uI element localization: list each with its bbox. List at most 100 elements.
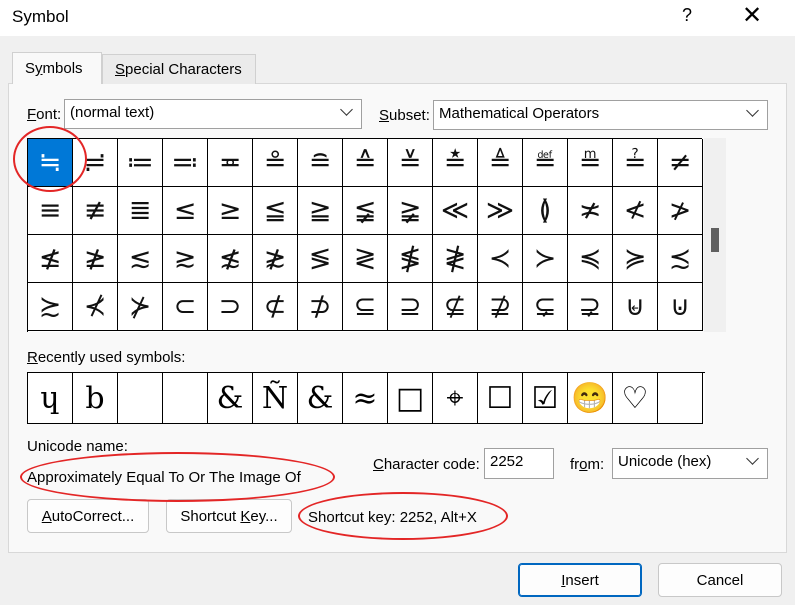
symbol-cell[interactable]: ⊄ [253,283,298,331]
symbol-cell[interactable]: ≣ [118,187,163,235]
symbol-cell[interactable]: ≰ [28,235,73,283]
symbol-cell[interactable]: ≕ [163,139,208,187]
scrollbar-thumb[interactable] [711,228,719,252]
symbol-cell[interactable]: ⊉ [478,283,523,331]
symbol-cell[interactable]: ≴ [208,235,253,283]
symbol-cell[interactable]: ≮ [613,187,658,235]
symbol-cell[interactable]: ≷ [343,235,388,283]
chevron-down-icon [746,452,759,465]
symbol-cell[interactable]: ≟ [613,139,658,187]
symbol-cell[interactable]: ≖ [208,139,253,187]
subset-value: Mathematical Operators [439,105,600,122]
recent-symbol-cell[interactable]: ≈ [343,373,388,424]
recent-symbol-cell[interactable]: b [73,373,118,424]
symbol-cell[interactable]: ≵ [253,235,298,283]
symbol-cell[interactable]: ≪ [433,187,478,235]
symbol-cell[interactable]: ≜ [478,139,523,187]
symbol-cell[interactable]: ≶ [298,235,343,283]
symbol-cell[interactable]: ≽ [613,235,658,283]
help-icon[interactable]: ? [682,5,692,26]
symbol-cell[interactable]: ≥ [208,187,253,235]
recent-symbol-cell[interactable]: □ [388,373,433,424]
symbol-cell[interactable]: ≯ [658,187,703,235]
symbol-cell[interactable]: ≘ [298,139,343,187]
symbol-cell[interactable]: ≿ [28,283,73,331]
symbol-cell[interactable]: ≔ [118,139,163,187]
recent-symbol-cell[interactable]: ɥ [28,373,73,424]
symbol-cell[interactable]: ≱ [73,235,118,283]
chevron-down-icon [746,104,759,117]
symbol-cell[interactable]: ≾ [658,235,703,283]
symbol-cell[interactable]: ≞ [568,139,613,187]
symbol-cell[interactable]: ⊀ [73,283,118,331]
recent-symbol-cell[interactable] [658,373,703,424]
symbol-cell[interactable]: ≭ [568,187,613,235]
symbol-cell[interactable]: ≬ [523,187,568,235]
symbol-cell[interactable]: ≩ [388,187,433,235]
recent-symbol-cell[interactable] [163,373,208,424]
unicode-name-label: Unicode name: [27,438,128,455]
recent-symbol-cell[interactable]: ☑ [523,373,568,424]
recent-symbol-cell[interactable]: & [208,373,253,424]
symbol-cell[interactable]: ≻ [523,235,568,283]
recent-symbol-cell[interactable]: & [298,373,343,424]
symbol-cell[interactable]: ≡ [28,187,73,235]
symbol-cell[interactable]: ≹ [433,235,478,283]
subset-dropdown[interactable]: Mathematical Operators [433,100,768,130]
symbol-grid: ≒ ≓ ≔ ≕ ≖ ≗ ≘ ≙ ≚ ≛ ≜ ≝ ≞ ≟ ≠ ≡ ≢ ≣ ≤ ≥ ≦ ≧ ≨ ≩ ≪ ≫ ≬ ≭ ≮ ≯ ≰ ≱ ≲ ≳ ≴ ≵ ≶ ≷ ≸ ≹… [27,138,703,332]
symbol-cell[interactable]: ≼ [568,235,613,283]
recent-label: Recently used symbols: [27,349,186,366]
symbol-cell[interactable]: ≺ [478,235,523,283]
tab-symbols[interactable]: Symbols [12,52,102,84]
symbol-cell[interactable]: ⊆ [343,283,388,331]
recent-symbol-cell[interactable]: 😁 [568,373,613,424]
symbol-cell[interactable]: ⊍ [658,283,703,331]
symbol-cell[interactable]: ≧ [298,187,343,235]
recent-symbol-cell[interactable]: ⌖ [433,373,478,424]
symbol-cell[interactable]: ⊈ [433,283,478,331]
symbol-cell[interactable]: ⊊ [523,283,568,331]
symbol-cell[interactable]: ≙ [343,139,388,187]
recent-symbol-cell[interactable]: ♡ [613,373,658,424]
font-dropdown[interactable]: (normal text) [64,99,362,129]
symbol-cell[interactable]: ≝ [523,139,568,187]
symbol-cell[interactable]: ⊃ [208,283,253,331]
shortcut-key-button[interactable]: Shortcut Key... [166,499,292,533]
close-icon[interactable]: ✕ [742,1,762,30]
tab-special-characters[interactable]: Special Characters [102,54,256,84]
character-code-input[interactable]: 2252 [484,448,554,479]
insert-label: Insert [561,571,599,589]
cancel-label: Cancel [696,571,744,589]
subset-label: Subset: [379,107,430,124]
recent-symbol-cell[interactable]: ☐ [478,373,523,424]
autocorrect-button[interactable]: AutoCorrect... [27,499,149,533]
symbol-cell[interactable]: ⊋ [568,283,613,331]
symbol-cell[interactable]: ≤ [163,187,208,235]
symbol-cell[interactable]: ≢ [73,187,118,235]
symbol-cell[interactable]: ≚ [388,139,433,187]
chevron-down-icon [340,103,353,116]
symbol-cell[interactable]: ≗ [253,139,298,187]
symbol-cell[interactable]: ≲ [118,235,163,283]
symbol-cell[interactable]: ⊇ [388,283,433,331]
symbol-cell[interactable]: ⊂ [163,283,208,331]
symbol-cell[interactable]: ⊌ [613,283,658,331]
from-value: Unicode (hex) [618,453,712,470]
symbol-cell[interactable]: ≸ [388,235,433,283]
symbol-cell[interactable]: ≠ [658,139,703,187]
symbol-cell[interactable]: ⊅ [298,283,343,331]
recent-symbol-cell[interactable]: Ñ [253,373,298,424]
insert-button[interactable]: Insert [518,563,642,597]
title-bar [0,0,795,36]
symbol-cell[interactable]: ≫ [478,187,523,235]
symbol-cell[interactable]: ⊁ [118,283,163,331]
symbol-cell[interactable]: ≛ [433,139,478,187]
recent-symbol-cell[interactable] [118,373,163,424]
symbol-cell[interactable]: ≓ [73,139,118,187]
symbol-cell[interactable]: ≳ [163,235,208,283]
symbol-cell[interactable]: ≒ [28,139,73,187]
from-dropdown[interactable]: Unicode (hex) [612,448,768,479]
symbol-cell[interactable]: ≦ [253,187,298,235]
cancel-button[interactable]: Cancel [658,563,782,597]
symbol-cell[interactable]: ≨ [343,187,388,235]
